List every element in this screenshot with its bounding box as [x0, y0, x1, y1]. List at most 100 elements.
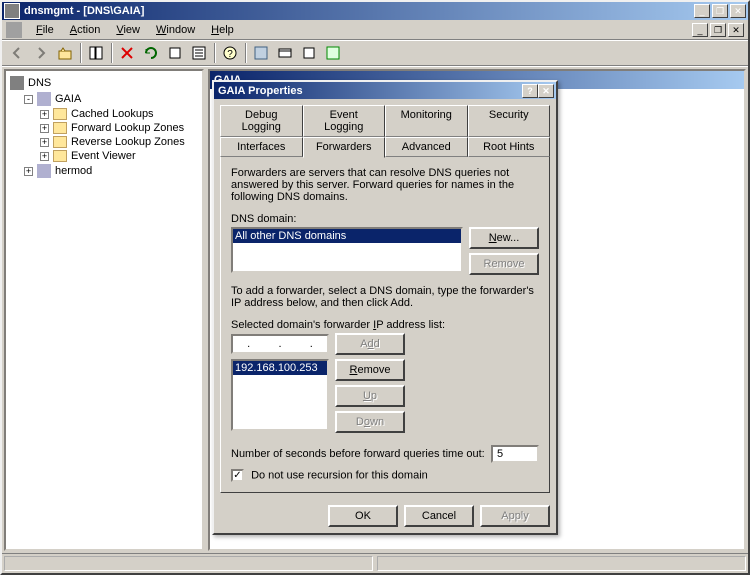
tab-forwarders[interactable]: Forwarders [303, 137, 386, 158]
no-recursion-checkbox[interactable]: ✓ [231, 469, 244, 482]
titlebar: dnsmgmt - [DNS\GAIA] _ ❐ ✕ [2, 2, 748, 20]
refresh-button[interactable] [140, 42, 162, 64]
collapse-icon[interactable]: - [24, 95, 33, 104]
mdi-minimize-button[interactable]: _ [692, 23, 708, 37]
mdi-restore-button[interactable]: ❐ [710, 23, 726, 37]
server-icon [37, 164, 51, 178]
down-button: Down [335, 411, 405, 433]
timeout-label: Number of seconds before forward queries… [231, 448, 485, 460]
tree-label: GAIA [55, 93, 81, 105]
remove-ip-button[interactable]: Remove [335, 359, 405, 381]
toolbar-icon[interactable] [274, 42, 296, 64]
menu-file[interactable]: File [28, 22, 62, 38]
folder-icon [53, 150, 67, 162]
up-button[interactable] [54, 42, 76, 64]
timeout-input[interactable]: 5 [491, 445, 539, 463]
menubar: File Action View Window Help _ ❐ ✕ [2, 20, 748, 40]
mdi-close-button[interactable]: ✕ [728, 23, 744, 37]
help-button[interactable]: ? [219, 42, 241, 64]
tab-interfaces[interactable]: Interfaces [220, 137, 303, 157]
toolbar-divider [111, 43, 112, 63]
dialog-help-button[interactable]: ? [522, 84, 538, 98]
window-title: dnsmgmt - [DNS\GAIA] [24, 5, 694, 17]
menu-help[interactable]: Help [203, 22, 242, 38]
show-hide-tree-button[interactable] [85, 42, 107, 64]
close-button[interactable]: ✕ [730, 4, 746, 18]
properties-button[interactable] [188, 42, 210, 64]
tree-root[interactable]: DNS [10, 75, 198, 91]
toolbar-divider [245, 43, 246, 63]
expand-icon[interactable]: + [40, 110, 49, 119]
statusbar [2, 553, 748, 573]
ok-button[interactable]: OK [328, 505, 398, 527]
svg-text:?: ? [227, 49, 233, 60]
ip-list-label: Selected domain's forwarder IP address l… [231, 319, 539, 331]
status-cell [377, 556, 746, 571]
domain-item-all[interactable]: All other DNS domains [233, 229, 461, 243]
minimize-button[interactable]: _ [694, 4, 710, 18]
forward-button[interactable] [30, 42, 52, 64]
toolbar-icon[interactable] [250, 42, 272, 64]
tab-debug-logging[interactable]: Debug Logging [220, 105, 303, 137]
toolbar: ? [2, 40, 748, 66]
menu-view[interactable]: View [108, 22, 148, 38]
dns-icon [10, 76, 24, 90]
expand-icon[interactable]: + [40, 138, 49, 147]
tab-panel: Forwarders are servers that can resolve … [220, 156, 550, 493]
properties-dialog: GAIA Properties ? ✕ Debug Logging Event … [212, 80, 558, 535]
tree-event-viewer[interactable]: + Event Viewer [10, 149, 198, 163]
toolbar-divider [80, 43, 81, 63]
tree-server-gaia[interactable]: - GAIA [10, 91, 198, 107]
dns-domain-label: DNS domain: [231, 213, 539, 225]
folder-icon [53, 122, 67, 134]
forwarder-ip-listbox[interactable]: 192.168.100.253 [231, 359, 329, 431]
toolbar-icon[interactable] [298, 42, 320, 64]
menu-window[interactable]: Window [148, 22, 203, 38]
ip-address-input[interactable]: ... [231, 334, 329, 354]
tab-root-hints[interactable]: Root Hints [468, 137, 551, 157]
tree-label: Forward Lookup Zones [71, 122, 184, 134]
delete-button[interactable] [116, 42, 138, 64]
expand-icon[interactable]: + [40, 124, 49, 133]
tree-cached-lookups[interactable]: + Cached Lookups [10, 107, 198, 121]
remove-domain-button: Remove [469, 253, 539, 275]
tree-forward-zones[interactable]: + Forward Lookup Zones [10, 121, 198, 135]
folder-icon [53, 136, 67, 148]
dialog-title: GAIA Properties [216, 85, 522, 97]
toolbar-icon[interactable] [322, 42, 344, 64]
tabs-row-1: Debug Logging Event Logging Monitoring S… [220, 105, 550, 137]
new-domain-button[interactable]: New... [469, 227, 539, 249]
dialog-buttons: OK Cancel Apply [214, 499, 556, 533]
tree-pane[interactable]: DNS - GAIA + Cached Lookups + Forward Lo… [4, 69, 204, 551]
mdi-icon [6, 22, 22, 38]
dns-domain-listbox[interactable]: All other DNS domains [231, 227, 463, 273]
dialog-titlebar: GAIA Properties ? ✕ [214, 82, 556, 99]
expand-icon[interactable]: + [24, 167, 33, 176]
cancel-button[interactable]: Cancel [404, 505, 474, 527]
tab-monitoring[interactable]: Monitoring [385, 105, 468, 137]
app-icon [4, 3, 20, 19]
apply-button: Apply [480, 505, 550, 527]
tab-event-logging[interactable]: Event Logging [303, 105, 386, 137]
tab-advanced[interactable]: Advanced [385, 137, 468, 157]
toolbar-divider [214, 43, 215, 63]
forwarders-description: Forwarders are servers that can resolve … [231, 167, 539, 203]
status-cell [4, 556, 373, 571]
dialog-close-button[interactable]: ✕ [538, 84, 554, 98]
tree-label: hermod [55, 165, 92, 177]
no-recursion-label: Do not use recursion for this domain [251, 469, 428, 481]
expand-icon[interactable]: + [40, 152, 49, 161]
menu-action[interactable]: Action [62, 22, 109, 38]
tree-server-hermod[interactable]: + hermod [10, 163, 198, 179]
tree-reverse-zones[interactable]: + Reverse Lookup Zones [10, 135, 198, 149]
tab-security[interactable]: Security [468, 105, 551, 137]
export-button[interactable] [164, 42, 186, 64]
back-button[interactable] [6, 42, 28, 64]
server-icon [37, 92, 51, 106]
tree-label: DNS [28, 77, 51, 89]
forwarder-ip-item[interactable]: 192.168.100.253 [233, 361, 327, 375]
add-forwarder-hint: To add a forwarder, select a DNS domain,… [231, 285, 539, 309]
folder-icon [53, 108, 67, 120]
restore-button[interactable]: ❐ [712, 4, 728, 18]
tree-label: Reverse Lookup Zones [71, 136, 185, 148]
